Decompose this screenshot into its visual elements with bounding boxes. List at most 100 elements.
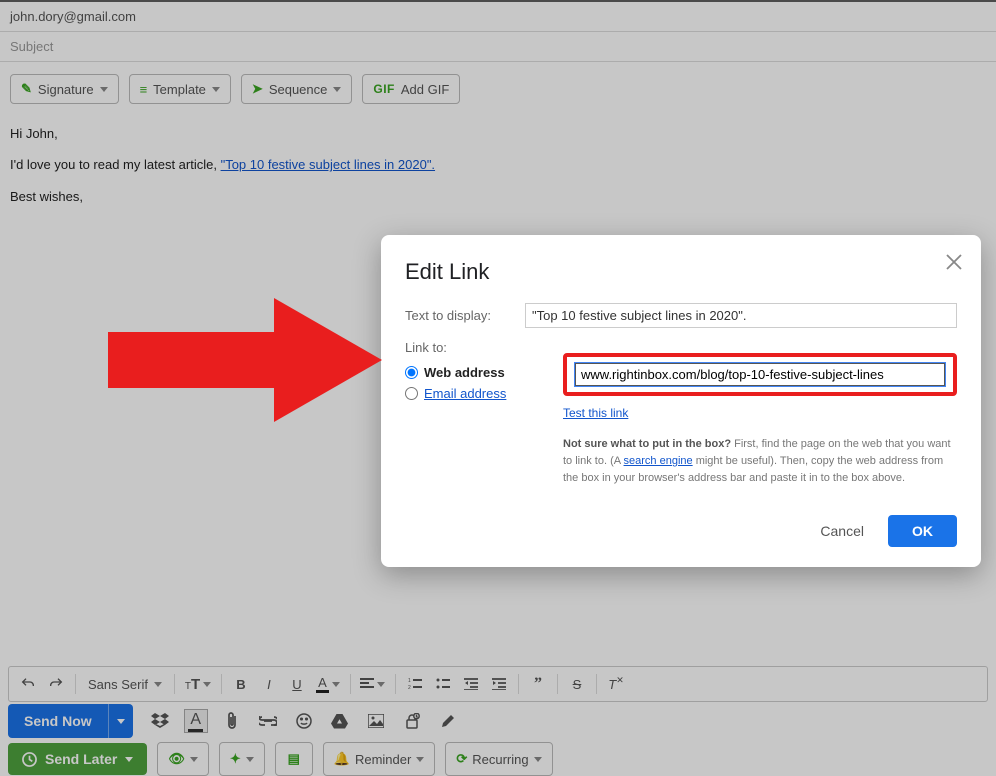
ok-button[interactable]: OK [888,515,957,547]
url-input[interactable] [575,363,945,386]
chevron-down-icon [246,757,254,762]
bullet-list-button[interactable] [430,671,456,697]
radio-email-address[interactable]: Email address [405,386,535,401]
drive-icon[interactable] [329,710,351,732]
chevron-down-icon [154,682,162,687]
search-engine-link[interactable]: search engine [624,455,693,467]
font-name-label: Sans Serif [88,677,148,692]
clock-icon [22,752,37,767]
chevron-down-icon [117,719,125,724]
strikethrough-button[interactable]: S [564,671,590,697]
indent-less-button[interactable] [458,671,484,697]
text-color-button[interactable]: A [312,671,344,697]
send-now-button-group: Send Now [8,704,133,738]
body-line: I'd love you to read my latest article, … [10,153,986,176]
refresh-icon: ⟳ [456,751,467,767]
template-button[interactable]: ≡ Template [129,74,231,104]
rightinbox-toolbar: ✎ Signature ≡ Template ➤ Sequence GIF Ad… [0,62,996,108]
formatting-toggle-button[interactable]: A [185,710,207,732]
bell-icon: 🔔 [334,751,350,767]
note-icon: ▤ [288,751,300,767]
attachment-icon[interactable] [221,710,243,732]
close-button[interactable] [945,253,963,276]
to-field[interactable]: john.dory@gmail.com [0,2,996,32]
radio-email-address-input[interactable] [405,387,418,400]
puzzle-icon: ✦ [230,751,241,767]
chevron-down-icon [100,87,108,92]
dropbox-icon[interactable] [149,710,171,732]
chevron-down-icon [534,757,542,762]
sequence-label: Sequence [269,82,328,97]
reminder-label: Reminder [355,752,411,767]
url-column: Test this link Not sure what to put in t… [563,359,957,487]
reminder-button[interactable]: 🔔 Reminder [323,742,436,776]
url-highlight-box [563,353,957,396]
chevron-down-icon [212,87,220,92]
align-button[interactable] [357,671,389,697]
close-icon [945,253,963,271]
pen-icon[interactable] [437,710,459,732]
track-button[interactable]: 👁 [157,742,209,776]
edit-link-dialog: Edit Link Text to display: Link to: Web … [381,235,981,567]
underline-button[interactable]: U [284,671,310,697]
indent-more-button[interactable] [486,671,512,697]
test-link[interactable]: Test this link [563,406,628,420]
template-icon: ≡ [140,82,148,97]
body-link[interactable]: "Top 10 festive subject lines in 2020". [221,157,435,172]
redo-button[interactable] [43,671,69,697]
send-toolbar-row-1: Send Now A [8,704,988,738]
bold-button[interactable]: B [228,671,254,697]
signature-icon: ✎ [21,81,32,97]
recurring-label: Recurring [472,752,528,767]
message-body[interactable]: Hi John, I'd love you to read my latest … [0,108,996,212]
send-now-button[interactable]: Send Now [8,704,108,738]
svg-text:2: 2 [408,685,411,690]
dialog-actions: Cancel OK [405,515,957,547]
dialog-title: Edit Link [405,259,957,285]
send-toolbar-row-2: Send Later 👁 ✦ ▤ 🔔 Reminder ⟳ Recurring [8,742,988,776]
body-line-text: I'd love you to read my latest article, [10,157,221,172]
subject-field[interactable]: Subject [0,32,996,62]
body-closing: Best wishes, [10,185,986,208]
note-button[interactable]: ▤ [275,742,313,776]
radio-web-address[interactable]: Web address [405,365,535,380]
compose-icon-row: A [149,710,459,732]
emoji-icon[interactable] [293,710,315,732]
send-later-button[interactable]: Send Later [8,743,147,775]
insert-link-icon[interactable] [257,710,279,732]
sequence-button[interactable]: ➤ Sequence [241,74,352,104]
eye-icon: 👁 [168,751,185,767]
confidential-mode-icon[interactable] [401,710,423,732]
link-type-radios: Web address Email address [405,359,535,407]
link-to-block: Web address Email address Test this link… [405,359,957,487]
radio-web-address-input[interactable] [405,366,418,379]
body-greeting: Hi John, [10,122,986,145]
addgif-button[interactable]: GIF Add GIF [362,74,460,104]
chevron-down-icon [125,757,133,762]
radio-email-address-label[interactable]: Email address [424,386,506,401]
font-selector[interactable]: Sans Serif [82,677,168,692]
quote-button[interactable]: ” [525,671,551,697]
cancel-button[interactable]: Cancel [806,515,878,547]
formatting-toolbar: Sans Serif TT B I U A 12 ” S T✕ [8,666,988,702]
text-to-display-label: Text to display: [405,308,513,323]
insert-image-icon[interactable] [365,710,387,732]
undo-button[interactable] [15,671,41,697]
addgif-label: Add GIF [401,82,449,97]
italic-button[interactable]: I [256,671,282,697]
chevron-down-icon [416,757,424,762]
recurring-button[interactable]: ⟳ Recurring [445,742,552,776]
text-to-display-input[interactable] [525,303,957,328]
font-size-button[interactable]: TT [181,671,215,697]
send-later-label: Send Later [45,751,117,767]
clear-formatting-button[interactable]: T✕ [603,671,629,697]
send-now-dropdown[interactable] [108,704,133,738]
numbered-list-button[interactable]: 12 [402,671,428,697]
chevron-down-icon [190,757,198,762]
svg-text:1: 1 [408,678,411,684]
link-to-label: Link to: [405,338,513,355]
extension-button[interactable]: ✦ [219,742,265,776]
signature-label: Signature [38,82,94,97]
signature-button[interactable]: ✎ Signature [10,74,119,104]
hint-text: Not sure what to put in the box? First, … [563,436,957,487]
